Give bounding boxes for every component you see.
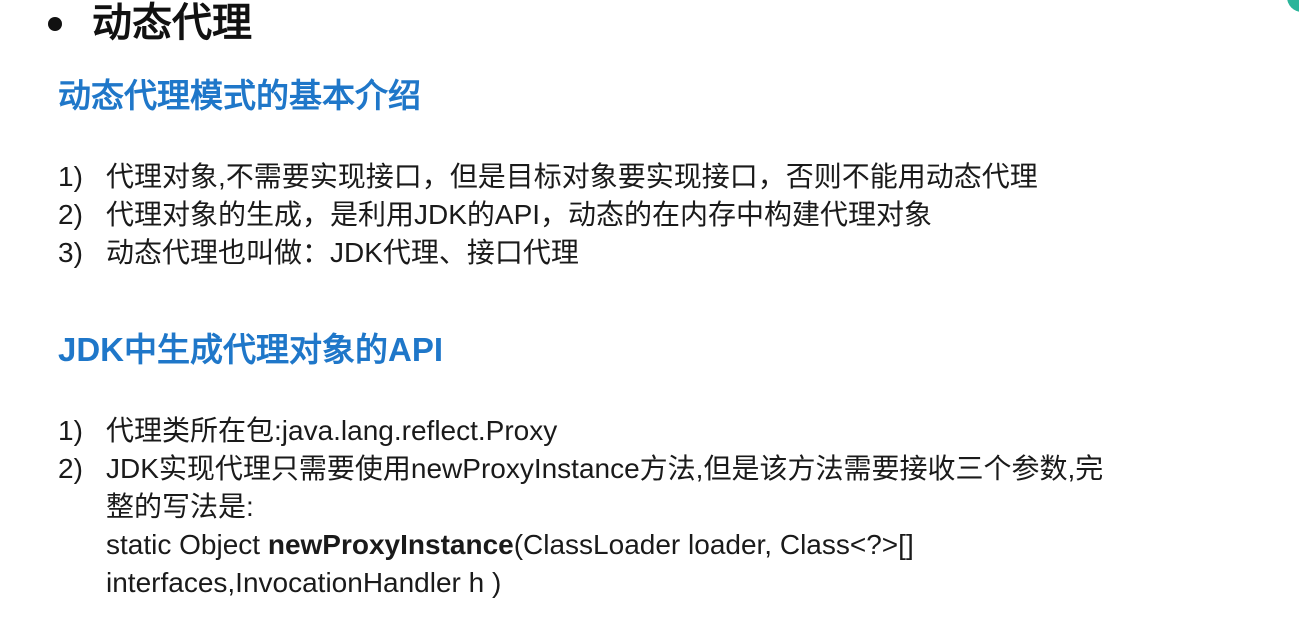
list-number: 2)	[58, 453, 83, 484]
description-line: JDK实现代理只需要使用newProxyInstance方法,但是该方法需要接收…	[106, 453, 1104, 484]
description-line: 整的写法是:	[106, 491, 254, 522]
list-number: 1)	[58, 415, 83, 446]
api-list: 1) 代理类所在包:java.lang.reflect.Proxy 2) JDK…	[58, 412, 1278, 602]
list-number: 3)	[58, 237, 83, 268]
list-item: 1) 代理对象,不需要实现接口，但是目标对象要实现接口，否则不能用动态代理	[58, 158, 1278, 196]
list-text: 代理对象,不需要实现接口，但是目标对象要实现接口，否则不能用动态代理	[106, 161, 1038, 192]
code-suffix: (ClassLoader loader, Class<?>[]	[513, 529, 914, 560]
list-item: 1) 代理类所在包:java.lang.reflect.Proxy	[58, 412, 1278, 450]
list-text: 代理对象的生成，是利用JDK的API，动态的在内存中构建代理对象	[106, 199, 933, 230]
code-signature: static Object newProxyInstance(ClassLoad…	[106, 526, 1278, 564]
section-heading-intro: 动态代理模式的基本介绍	[58, 77, 421, 114]
section-heading-api: JDK中生成代理对象的API	[58, 331, 444, 368]
intro-list: 1) 代理对象,不需要实现接口，但是目标对象要实现接口，否则不能用动态代理 2)…	[58, 158, 1278, 272]
code-signature-continued: interfaces,InvocationHandler h )	[106, 567, 502, 598]
list-number: 1)	[58, 161, 83, 192]
list-text: 代理类所在包:java.lang.reflect.Proxy	[106, 415, 558, 446]
list-text: 动态代理也叫做：JDK代理、接口代理	[106, 237, 579, 268]
title-row: 动态代理	[48, 0, 252, 46]
list-item: 2) 代理对象的生成，是利用JDK的API，动态的在内存中构建代理对象	[58, 196, 1278, 234]
method-name: newProxyInstance	[267, 529, 514, 560]
list-number: 2)	[58, 199, 83, 230]
list-item: 3) 动态代理也叫做：JDK代理、接口代理	[58, 234, 1278, 272]
list-text-block: JDK实现代理只需要使用newProxyInstance方法,但是该方法需要接收…	[106, 450, 1278, 602]
list-item: 2) JDK实现代理只需要使用newProxyInstance方法,但是该方法需…	[58, 450, 1278, 602]
code-prefix: static Object	[106, 529, 268, 560]
page-title: 动态代理	[92, 1, 252, 45]
bullet-dot-icon	[48, 17, 62, 31]
corner-decoration	[1287, 0, 1299, 12]
